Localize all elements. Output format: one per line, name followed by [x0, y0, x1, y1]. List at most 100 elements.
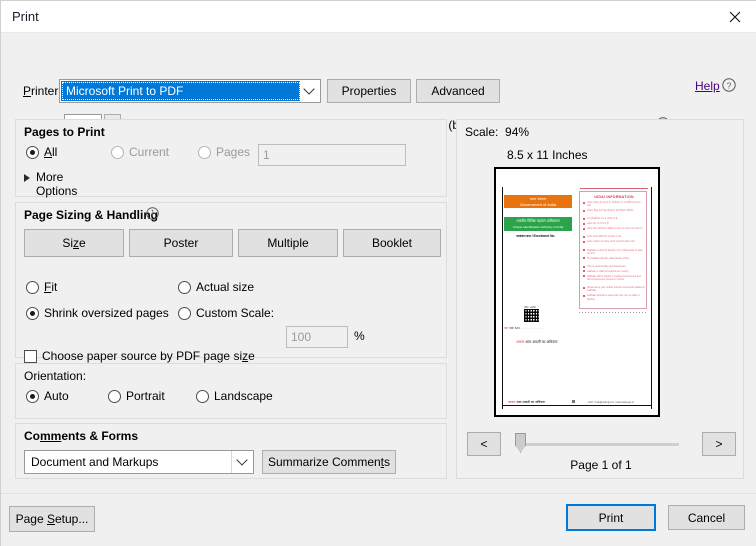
print-button[interactable]: Print — [566, 504, 656, 531]
uidai-bullet-marker — [583, 240, 585, 243]
uidai-header: भारतीय विशिष्ट पहचान प्राधिकरण Unique Id… — [504, 217, 572, 231]
uidai-bullet-marker — [583, 270, 585, 273]
tagline-black: आम आदमी का अधिकार — [525, 340, 558, 344]
cancel-label: Cancel — [687, 510, 726, 525]
radio-fit[interactable] — [26, 281, 39, 294]
radio-shrink-oversized[interactable] — [26, 307, 39, 320]
uidai-bullet-text: आधार संख्या किसी को भी साझा न करें। — [587, 235, 622, 239]
cancel-button[interactable]: Cancel — [668, 505, 745, 530]
radio-landscape[interactable] — [196, 390, 209, 403]
printer-row: Printer: Microsoft Print to PDF Properti… — [1, 33, 756, 136]
uidai-bullet-text: Aadhaar will be helpful in availing Gove… — [587, 274, 641, 281]
page-setup-button[interactable]: Page Setup... — [9, 506, 95, 532]
footer-contact: 1947 | help@uidai.gov.in | www.uidai.gov… — [588, 400, 634, 404]
comments-forms-select[interactable]: Document and Markups — [24, 450, 254, 474]
page-slider-track[interactable] — [519, 443, 679, 446]
footer-tagline-black: आम आदमी का अधिकार — [516, 400, 545, 404]
printer-selected-value: Microsoft Print to PDF — [66, 84, 184, 98]
radio-actual-size-label: Actual size — [196, 280, 255, 294]
properties-button[interactable]: Properties — [327, 79, 411, 103]
enrolment-number-label: नामांकन क्रम / Enrolment No. — [516, 234, 556, 238]
radio-all-label: All — [44, 145, 58, 159]
chevron-down-icon[interactable] — [231, 451, 253, 473]
preview-paper-size: 8.5 x 11 Inches — [507, 148, 588, 162]
previous-page-label: < — [480, 437, 488, 451]
question-circle-icon[interactable]: ? — [722, 78, 736, 92]
preview-scale-value: 94% — [505, 125, 530, 139]
uidai-bullet-text: Please keep your mobile number and email… — [587, 286, 645, 293]
print-dialog: Print Printer: Microsoft Print to PDF Pr… — [0, 0, 756, 546]
print-preview-panel: Scale: 94% 8.5 x 11 Inches भारत सरकार Go… — [456, 119, 744, 479]
size-button[interactable]: Size — [24, 229, 124, 257]
paper-source-label: Choose paper source by PDF page size — [42, 349, 255, 363]
print-label: Print — [598, 510, 624, 525]
radio-custom-scale-label: Custom Scale: — [196, 306, 275, 320]
size-label: Size — [62, 236, 86, 250]
document-footer: आधार आम आदमी का अधिकार 1947 | help@uidai… — [502, 400, 652, 405]
pages-range-input[interactable]: 1 — [258, 144, 406, 166]
printer-select[interactable]: Microsoft Print to PDF — [59, 79, 321, 103]
uidai-bullet-marker — [583, 249, 585, 252]
printer-label: Printer: — [23, 84, 62, 98]
info-circle-icon[interactable] — [146, 207, 159, 220]
multiple-label: Multiple — [267, 236, 309, 250]
uidai-bullet-marker — [583, 222, 585, 225]
uidai-bullet-text: Aadhaar is proof of identity, not of cit… — [587, 248, 643, 255]
poster-button[interactable]: Poster — [129, 229, 233, 257]
radio-fit-label: Fit — [44, 280, 58, 294]
qr-code-image — [524, 309, 539, 322]
radio-shrink-oversized-label: Shrink oversized pages — [44, 306, 169, 320]
paper-source-checkbox[interactable] — [24, 350, 37, 363]
preview-page-sheet[interactable]: भारत सरकार Government of India भारतीय वि… — [494, 167, 660, 417]
uidai-bullet-marker — [583, 257, 585, 260]
gov-india-header: भारत सरकार Government of India — [504, 195, 572, 208]
radio-portrait[interactable] — [108, 390, 121, 403]
preview-scale: Scale: 94% — [465, 125, 529, 139]
preview-document: भारत सरकार Government of India भारतीय वि… — [496, 169, 658, 415]
orientation-group: Orientation: Auto Portrait Landscape — [15, 363, 447, 419]
uidai-top-rule — [580, 188, 648, 190]
radio-current-label: Current — [129, 145, 170, 159]
more-options-label: More Options — [36, 170, 78, 198]
document-base-rule — [502, 405, 652, 406]
gov-india-english: Government of India — [519, 201, 557, 207]
document-address-line: पता: पता: S/O . . . . . . . . . . . . . … — [504, 326, 576, 330]
radio-all[interactable] — [26, 146, 39, 159]
advanced-label: Advanced — [431, 84, 485, 98]
uidai-bullet-marker — [583, 227, 585, 230]
summarize-comments-button[interactable]: Summarize Comments — [262, 450, 396, 474]
footer-tagline: आधार आम आदमी का अधिकार — [508, 400, 545, 404]
custom-scale-input[interactable]: 100 — [286, 326, 348, 348]
next-page-button[interactable]: > — [702, 432, 736, 456]
help-link[interactable]: Help — [695, 79, 720, 93]
radio-actual-size[interactable] — [178, 281, 191, 294]
uidai-bullet-text: आधार आम आदमी का अधिकार है और यह पहचान का… — [587, 227, 643, 231]
document-tagline: आधार आम आदमी का अधिकार — [516, 340, 558, 345]
previous-page-button[interactable]: < — [467, 432, 501, 456]
page-slider-thumb[interactable] — [515, 433, 526, 453]
svg-text:?: ? — [727, 81, 732, 90]
radio-custom-scale[interactable] — [178, 307, 191, 320]
booklet-button[interactable]: Booklet — [343, 229, 441, 257]
summarize-comments-label: Summarize Comments — [267, 455, 391, 469]
radio-current[interactable] — [111, 146, 124, 159]
close-glyph — [729, 11, 741, 23]
page-setup-label: Page Setup... — [15, 512, 89, 526]
uidai-bullet-text: This is electronically generated letter. — [587, 264, 627, 268]
uidai-bullet-marker — [583, 265, 585, 268]
advanced-button[interactable]: Advanced — [416, 79, 500, 103]
chevron-down-icon[interactable] — [300, 80, 320, 102]
close-icon[interactable] — [713, 1, 756, 32]
radio-auto[interactable] — [26, 390, 39, 403]
pages-to-print-title: Pages to Print — [24, 125, 105, 139]
comments-forms-title: Comments & Forms — [24, 429, 139, 443]
booklet-label: Booklet — [371, 236, 413, 250]
orientation-title: Orientation: — [24, 369, 87, 383]
multiple-button[interactable]: Multiple — [238, 229, 338, 257]
title-bar: Print — [1, 1, 756, 33]
radio-pages-label: Pages — [216, 145, 251, 159]
uidai-bullet-marker — [583, 201, 585, 204]
radio-pages[interactable] — [198, 146, 211, 159]
pages-to-print-group: Pages to Print All Current Pages 1 More … — [15, 119, 447, 198]
uidai-hindi: भारतीय विशिष्ट पहचान प्राधिकरण — [516, 219, 560, 223]
